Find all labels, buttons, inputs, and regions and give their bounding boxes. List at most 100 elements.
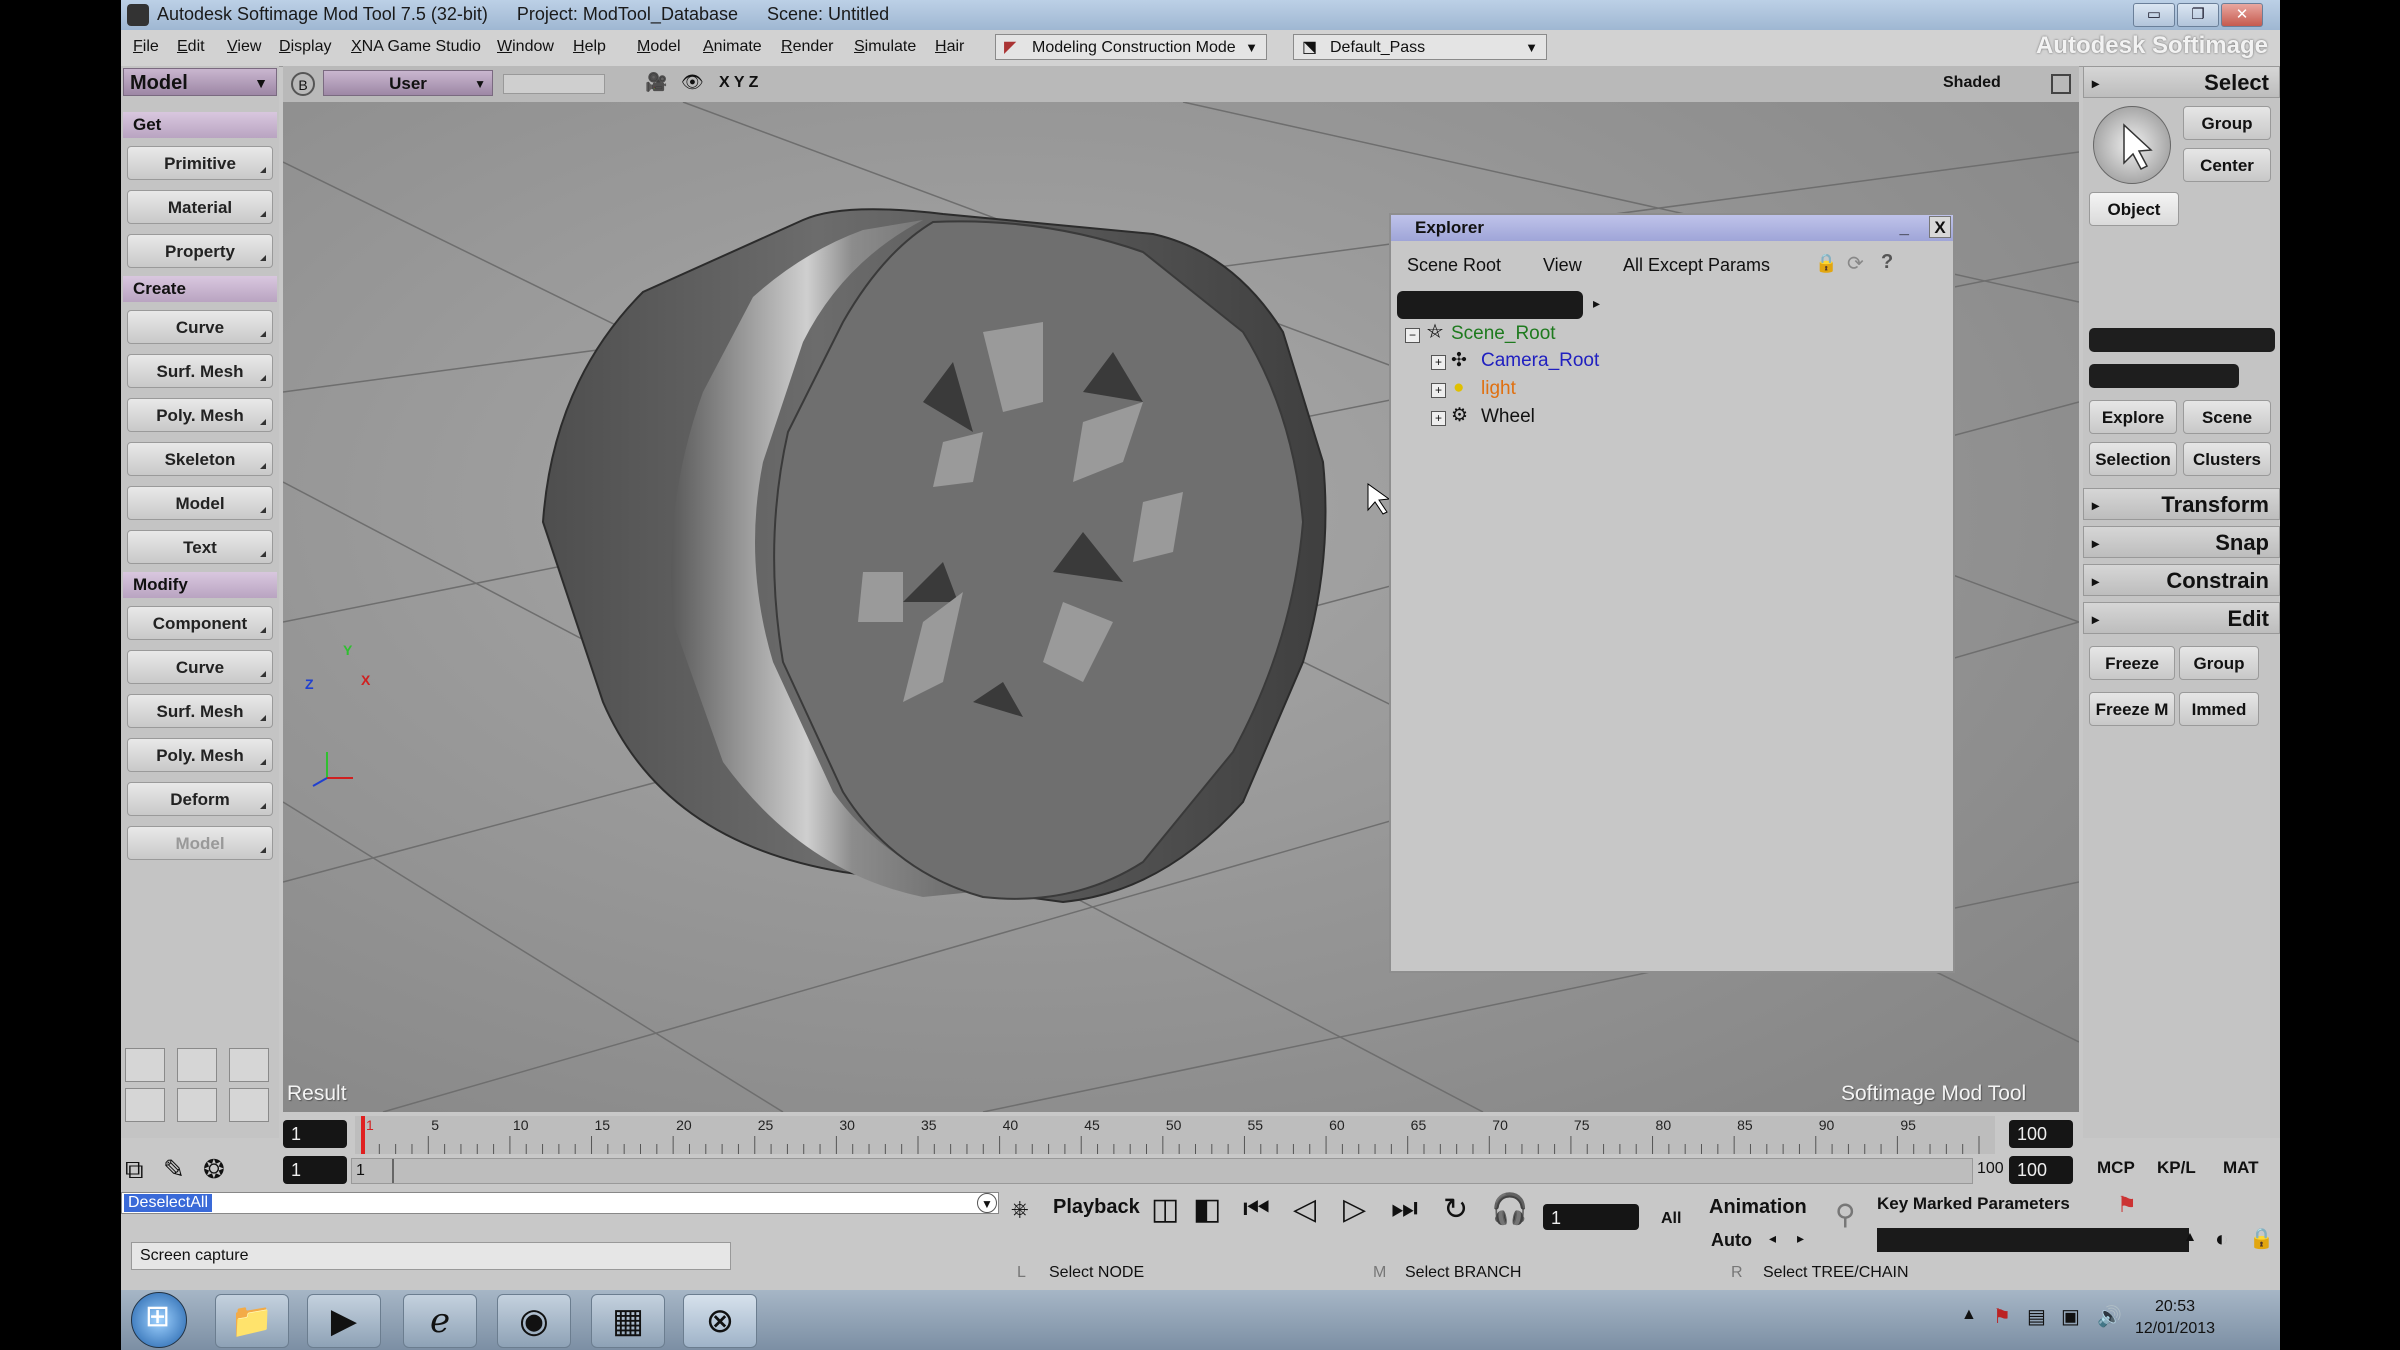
collapse-icon[interactable]: −: [1405, 328, 1420, 343]
device-icon[interactable]: ▤: [2027, 1304, 2046, 1329]
get-primitive-button[interactable]: Primitive: [127, 146, 273, 180]
layout-top-icon[interactable]: [125, 1088, 165, 1122]
script-editor-icon[interactable]: ⎈: [1011, 1196, 1029, 1222]
freeze-button[interactable]: Freeze: [2089, 646, 2175, 680]
axis-constraint-label[interactable]: X Y Z: [719, 74, 758, 92]
tree-item-light[interactable]: light: [1481, 378, 1516, 400]
create-poly-mesh-button[interactable]: Poly. Mesh: [127, 398, 273, 432]
animation-menu[interactable]: Animation: [1709, 1196, 1807, 1219]
timeline-ruler[interactable]: 1 5 10 15 20 25 30 35 40 45 50 55 60 65 70 75 80 85 90 95: [355, 1116, 1995, 1154]
clock-date[interactable]: 12/01/2013: [2135, 1320, 2215, 1338]
explorer-search-field[interactable]: [1397, 291, 1583, 319]
chrome-taskbar-icon[interactable]: ◉: [497, 1294, 571, 1348]
prev-key-icon[interactable]: ◂: [1769, 1230, 1776, 1247]
render-pass-dropdown[interactable]: ⬔ Default_Pass ▼: [1293, 34, 1547, 60]
layout-side-icon[interactable]: [177, 1088, 217, 1122]
constrain-panel-header[interactable]: Constrain: [2083, 564, 2280, 597]
menu-hair[interactable]: Hair: [935, 38, 964, 56]
select-center-button[interactable]: Center: [2183, 148, 2271, 182]
create-curve-button[interactable]: Curve: [127, 310, 273, 344]
eye-icon[interactable]: 👁: [681, 72, 704, 93]
modify-poly-mesh-button[interactable]: Poly. Mesh: [127, 738, 273, 772]
filter-menu[interactable]: All Except Params: [1623, 251, 1770, 279]
paint-icon[interactable]: ❂: [203, 1154, 225, 1185]
menu-model[interactable]: Model: [637, 38, 681, 56]
tab-mcp[interactable]: MCP: [2097, 1158, 2135, 1178]
snap-panel-header[interactable]: Snap: [2083, 526, 2280, 559]
internet-explorer-taskbar-icon[interactable]: ℯ: [403, 1294, 477, 1348]
key-set-icon[interactable]: ⚑: [2117, 1192, 2137, 1218]
scroll-up-icon[interactable]: ▲: [2183, 1228, 2197, 1244]
select-object-button[interactable]: Object: [2089, 192, 2179, 226]
next-frame-icon[interactable]: ◧: [1193, 1192, 1221, 1227]
viewport-letter-icon[interactable]: B: [291, 72, 315, 96]
transform-panel-header[interactable]: Transform: [2083, 488, 2280, 521]
next-key-icon[interactable]: ▸: [1797, 1230, 1804, 1247]
menu-view[interactable]: View: [227, 38, 261, 56]
range-end-field[interactable]: 100: [2009, 1156, 2073, 1184]
create-text-button[interactable]: Text: [127, 530, 273, 564]
toolbar-mode-selector[interactable]: Model ▼: [123, 68, 277, 96]
selection-filter-field[interactable]: [2089, 364, 2239, 388]
control-panel-taskbar-icon[interactable]: ▦: [591, 1294, 665, 1348]
modify-model-button[interactable]: Model: [127, 826, 273, 860]
range-handle[interactable]: [392, 1159, 394, 1183]
command-line[interactable]: DeselectAll: [121, 1192, 999, 1214]
select-arrow-icon[interactable]: [2093, 106, 2171, 184]
key-parameters-field[interactable]: [1877, 1228, 2189, 1252]
key-marked-parameters-button[interactable]: Key Marked Parameters: [1877, 1194, 2070, 1214]
immediate-mode-button[interactable]: Immed: [2179, 692, 2259, 726]
camera-view-dropdown[interactable]: User ▼: [323, 70, 493, 96]
range-start-field[interactable]: 1: [283, 1156, 347, 1184]
clusters-button[interactable]: Clusters: [2183, 442, 2271, 476]
minimize-button[interactable]: ▭: [2133, 3, 2175, 27]
all-frames-button[interactable]: All: [1661, 1210, 1681, 1228]
timeline-start-field[interactable]: 1: [283, 1120, 347, 1148]
menu-file[interactable]: File: [133, 38, 159, 56]
menu-window[interactable]: Window: [497, 38, 554, 56]
action-center-icon[interactable]: ⚑: [1993, 1304, 2011, 1329]
maximize-viewport-icon[interactable]: [2051, 74, 2071, 94]
scene-root-menu[interactable]: Scene Root: [1407, 251, 1501, 279]
get-material-button[interactable]: Material: [127, 190, 273, 224]
menu-render[interactable]: Render: [781, 38, 833, 56]
range-slider[interactable]: 1: [351, 1158, 1973, 1184]
network-icon[interactable]: ▣: [2061, 1304, 2080, 1329]
modify-component-button[interactable]: Component: [127, 606, 273, 640]
key-icon[interactable]: ⚲: [1835, 1198, 1856, 1231]
selection-button[interactable]: Selection: [2089, 442, 2177, 476]
freeze-modeling-button[interactable]: Freeze M: [2089, 692, 2175, 726]
fcurve-icon[interactable]: ◐: [2215, 1226, 2228, 1252]
play-backward-icon[interactable]: ◁: [1293, 1192, 1316, 1227]
expand-icon[interactable]: +: [1431, 383, 1446, 398]
viewport-toggle-strip[interactable]: [503, 74, 605, 94]
modify-curve-button[interactable]: Curve: [127, 650, 273, 684]
layout-four-views-icon[interactable]: [125, 1048, 165, 1082]
show-hidden-icons[interactable]: ▲: [1961, 1306, 1977, 1324]
volume-icon[interactable]: 🔊: [2097, 1304, 2122, 1329]
lock-icon[interactable]: 🔒: [1815, 253, 1837, 274]
menu-edit[interactable]: Edit: [177, 38, 205, 56]
explorer-minimize-icon[interactable]: _: [1900, 215, 1909, 241]
timeline-end-field[interactable]: 100: [2009, 1120, 2073, 1148]
selection-name-field[interactable]: [2089, 328, 2275, 352]
select-panel-header[interactable]: Select: [2083, 66, 2280, 99]
playback-menu[interactable]: Playback: [1053, 1196, 1140, 1219]
maximize-button[interactable]: ❐: [2177, 3, 2219, 27]
close-button[interactable]: ✕: [2221, 3, 2263, 27]
layout-grid-icon[interactable]: [229, 1048, 269, 1082]
select-group-button[interactable]: Group: [2183, 106, 2271, 140]
media-player-taskbar-icon[interactable]: ▶: [307, 1294, 381, 1348]
menu-simulate[interactable]: Simulate: [854, 38, 916, 56]
get-property-button[interactable]: Property: [127, 234, 273, 268]
explore-button[interactable]: Explore: [2089, 400, 2177, 434]
auto-key-button[interactable]: Auto: [1711, 1230, 1752, 1251]
create-skeleton-button[interactable]: Skeleton: [127, 442, 273, 476]
layout-bottom-icon[interactable]: [229, 1088, 269, 1122]
command-history-icon[interactable]: ▼: [977, 1193, 997, 1213]
modify-deform-button[interactable]: Deform: [127, 782, 273, 816]
help-icon[interactable]: ?: [1881, 251, 1893, 274]
edit-group-button[interactable]: Group: [2179, 646, 2259, 680]
shading-mode-menu[interactable]: Shaded: [1943, 74, 2001, 92]
expand-icon[interactable]: +: [1431, 411, 1446, 426]
